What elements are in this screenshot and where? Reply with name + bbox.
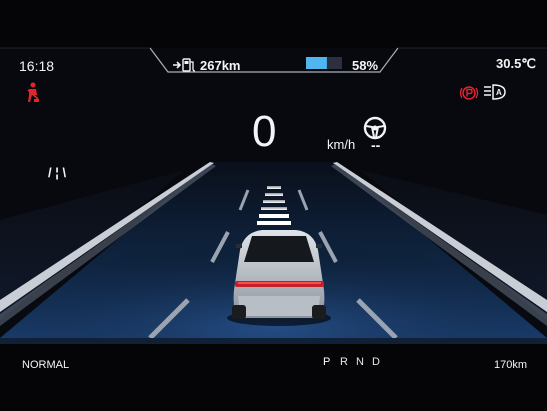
battery-percentage: 58%: [352, 58, 379, 73]
seatbelt-warning-icon: [27, 82, 39, 102]
gear-p: P: [323, 356, 332, 368]
gear-n: N: [356, 356, 365, 368]
outside-temperature: 30.5℃: [496, 56, 536, 71]
speed-value: 0: [252, 107, 277, 156]
charging-range-icon: [173, 58, 196, 72]
road-scene: [0, 0, 547, 411]
svg-text:A: A: [496, 88, 502, 97]
clock: 16:18: [19, 58, 55, 74]
lane-assist-icon: / ¦ \: [48, 165, 67, 180]
instrument-cluster: 16:18 267km 58% 30.5℃ A 0 km/h -- / ¦ \ …: [0, 0, 547, 411]
speed-unit: km/h: [327, 137, 356, 152]
auto-headlight-icon: A: [484, 84, 506, 100]
gear-d: D: [372, 356, 381, 368]
parking-brake-icon: [459, 86, 479, 100]
battery-level-bar: [306, 57, 342, 69]
lane-keep-value: --: [371, 137, 381, 153]
remaining-range: 267km: [200, 58, 241, 73]
gear-r: R: [340, 356, 349, 368]
vehicle-icon: [227, 230, 331, 326]
drive-mode: NORMAL: [22, 359, 70, 371]
odometer: 170km: [494, 359, 528, 371]
